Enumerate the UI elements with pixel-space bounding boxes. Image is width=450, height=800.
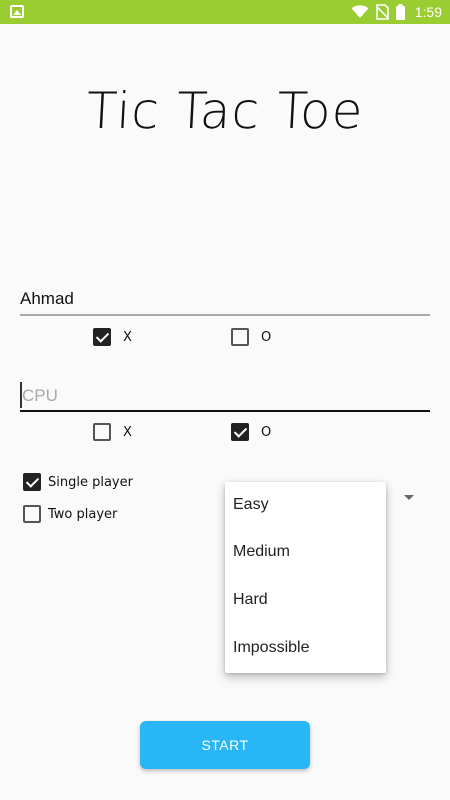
checkbox-unchecked-icon xyxy=(23,505,41,523)
player2-name-field[interactable]: CPU xyxy=(20,372,430,412)
difficulty-dropdown-menu: Easy Medium Hard Impossible xyxy=(225,482,386,673)
checkbox-unchecked-icon xyxy=(93,423,111,441)
player1-x-label: X xyxy=(123,329,132,345)
player1-o-checkbox[interactable]: O xyxy=(231,328,271,346)
player2-x-checkbox[interactable]: X xyxy=(93,423,132,441)
player2-o-label: O xyxy=(261,424,272,440)
two-player-checkbox[interactable]: Two player xyxy=(23,505,117,523)
checkbox-checked-icon xyxy=(231,423,249,441)
player1-o-label: O xyxy=(261,329,272,345)
single-player-label: Single player xyxy=(48,474,133,490)
menu-item-impossible[interactable]: Impossible xyxy=(225,624,386,672)
status-bar: 1:59 xyxy=(0,0,450,24)
dropdown-arrow-icon[interactable] xyxy=(404,495,414,500)
app-title: Tic Tac Toe xyxy=(84,82,366,140)
menu-item-easy[interactable]: Easy xyxy=(225,482,386,528)
player1-name-value: Ahmad xyxy=(20,289,74,308)
wifi-icon xyxy=(351,5,369,18)
player1-name-field[interactable]: Ahmad xyxy=(20,276,430,316)
start-button[interactable]: START xyxy=(140,721,310,769)
menu-item-hard[interactable]: Hard xyxy=(225,576,386,624)
checkbox-checked-icon xyxy=(23,473,41,491)
battery-icon xyxy=(395,4,405,20)
player2-x-label: X xyxy=(123,424,132,440)
checkbox-checked-icon xyxy=(93,328,111,346)
clock-time: 1:59 xyxy=(414,4,442,20)
single-player-checkbox[interactable]: Single player xyxy=(23,473,133,491)
menu-item-medium[interactable]: Medium xyxy=(225,528,386,576)
image-icon xyxy=(10,5,24,18)
two-player-label: Two player xyxy=(48,506,118,522)
no-sim-icon xyxy=(375,4,389,20)
system-icons: 1:59 xyxy=(351,3,442,21)
checkbox-unchecked-icon xyxy=(231,328,249,346)
player2-o-checkbox[interactable]: O xyxy=(231,423,271,441)
player2-name-placeholder: CPU xyxy=(22,386,58,405)
player1-x-checkbox[interactable]: X xyxy=(93,328,132,346)
